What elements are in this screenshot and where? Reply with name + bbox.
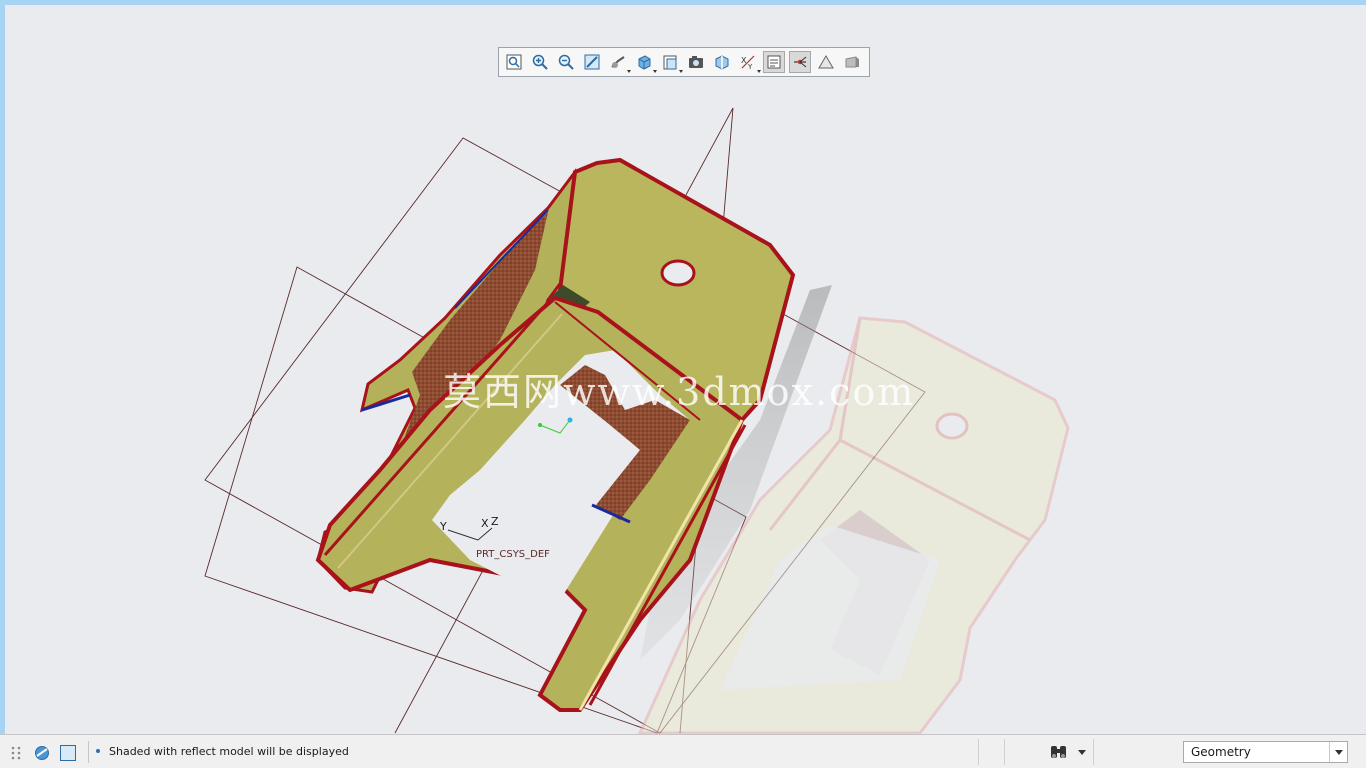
graphics-toolbar: XY [498,47,870,77]
svg-text:Y: Y [747,63,753,71]
zoom-out-icon [558,54,574,70]
zoom-out-button[interactable] [555,51,577,73]
status-message: Shaded with reflect model will be displa… [109,745,349,758]
grid-dots-icon[interactable] [8,743,28,763]
selection-filter-dropdown[interactable]: Geometry [1183,741,1348,763]
status-bar: Shaded with reflect model will be displa… [0,734,1366,768]
annotation-display-button[interactable] [789,51,811,73]
refit-icon [506,54,522,70]
appearance-icon [818,55,834,69]
section-button[interactable] [711,51,733,73]
graphics-area[interactable]: X Z Y PRT_CSYS_DEF 莫西网www.3dmox.com [5,5,1366,734]
repaint-button[interactable] [581,51,603,73]
status-cell [978,739,1004,765]
watermark-text: 莫西网www.3dmox.com [443,370,916,414]
status-divider [88,741,89,763]
csys-y-label: Y [439,520,447,533]
zoom-in-button[interactable] [529,51,551,73]
repaint-icon [584,54,600,70]
view-manager-button[interactable] [659,51,683,73]
perspective-icon [689,56,703,68]
browser-icon[interactable] [32,743,52,763]
perspective-button[interactable] [685,51,707,73]
svg-text:X: X [741,56,747,65]
animation-button[interactable] [841,51,863,73]
annotation-display-icon [794,56,807,68]
selection-filter-value: Geometry [1191,745,1251,759]
display-style-icon [611,56,625,68]
chevron-down-icon [653,70,657,73]
spin-center-icon [767,55,781,69]
appearance-button[interactable] [815,51,837,73]
csys-z-label: Z [491,515,499,528]
view-manager-icon [663,55,677,70]
refit-button[interactable] [503,51,525,73]
binoculars-icon [1051,746,1066,758]
datum-display-button[interactable]: XY [737,51,761,73]
zoom-in-icon [532,54,548,70]
fullscreen-icon[interactable] [58,743,78,763]
chevron-down-icon [1078,750,1086,755]
saved-orientations-icon [638,55,651,70]
chevron-down-icon [679,70,683,73]
saved-orientations-button[interactable] [633,51,657,73]
section-icon [715,55,729,70]
csys-name-label[interactable]: PRT_CSYS_DEF [476,549,550,560]
spin-center-button[interactable] [763,51,785,73]
datum-display-icon: XY [741,55,755,71]
animation-icon [845,56,859,68]
status-cell [1004,739,1046,765]
chevron-down-icon [627,70,631,73]
dropdown-arrow-icon[interactable] [1329,742,1347,762]
message-bullet-icon [96,749,100,753]
chevron-down-icon [757,70,761,73]
csys-x-label: X [481,517,489,530]
status-cell [1093,739,1181,765]
display-style-button[interactable] [607,51,631,73]
find-button[interactable] [1048,741,1090,763]
